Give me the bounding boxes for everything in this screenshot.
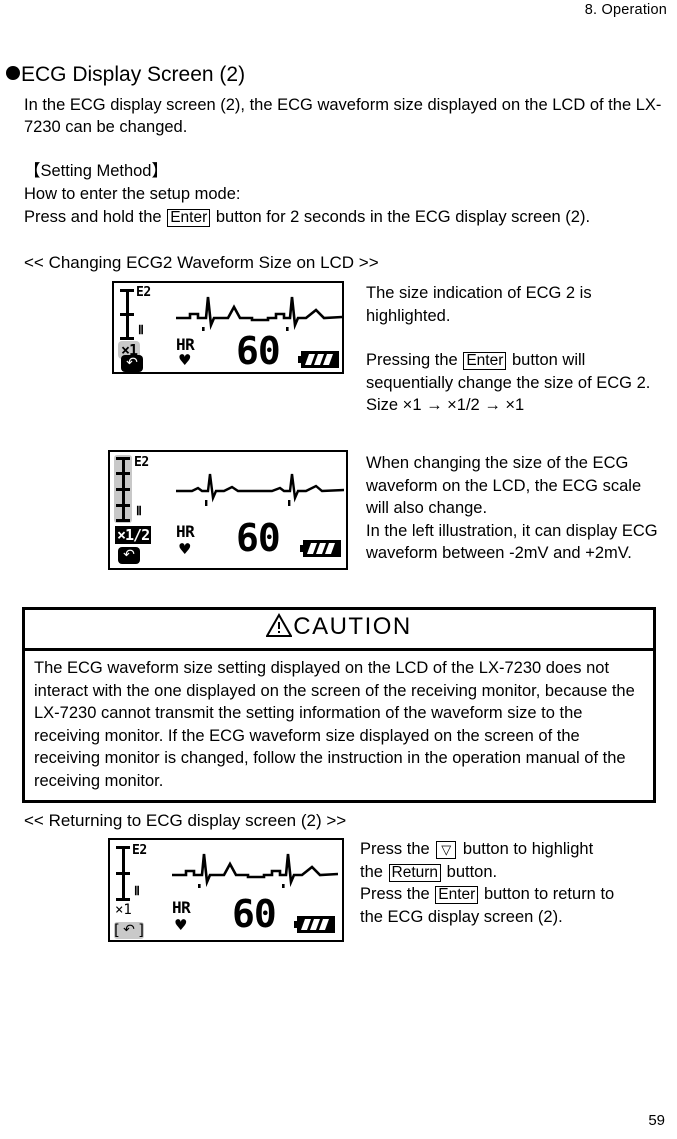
ecg-scale-ruler-1 bbox=[120, 287, 134, 341]
return-icon-2[interactable]: ↶ bbox=[117, 547, 141, 564]
return-icon-1[interactable]: ↶ bbox=[120, 355, 144, 372]
return-button-key[interactable]: Return bbox=[388, 863, 442, 882]
page-number: 59 bbox=[648, 1112, 665, 1129]
setting-line2-post: button for 2 seconds in the ECG display … bbox=[215, 208, 591, 226]
hr-value-1: 60 bbox=[236, 329, 281, 373]
lead-label-3: Ⅱ bbox=[134, 884, 140, 898]
page-title: ECG Display Screen (2) bbox=[6, 63, 245, 87]
caption-changing-size: << Changing ECG2 Waveform Size on LCD >> bbox=[24, 253, 379, 272]
hr-value-2: 60 bbox=[236, 516, 281, 560]
page-header-chapter: 8. Operation bbox=[584, 2, 667, 18]
warning-triangle-icon bbox=[265, 612, 293, 644]
side3-l2-pre: the bbox=[360, 862, 383, 881]
side2-paragraph-1: When changing the size of the ECG wavefo… bbox=[366, 454, 642, 517]
size-indicator-2[interactable]: ×1/2 bbox=[115, 526, 152, 544]
battery-icon-1 bbox=[298, 351, 340, 368]
ecg-scale-ruler-2 bbox=[114, 455, 132, 523]
side1-p2-pre: Pressing the bbox=[366, 351, 458, 369]
caution-box: CAUTION The ECG waveform size setting di… bbox=[22, 607, 656, 803]
side-text-1: The size indication of ECG 2 is highligh… bbox=[366, 282, 666, 417]
side3-line-4: the ECG display screen (2). bbox=[360, 907, 563, 926]
side-text-2: When changing the size of the ECG wavefo… bbox=[366, 452, 666, 565]
caution-body-text: The ECG waveform size setting displayed … bbox=[34, 659, 635, 790]
battery-icon-3 bbox=[294, 916, 336, 933]
section-title-text: ECG Display Screen (2) bbox=[21, 63, 246, 86]
ecg-scale-ruler-3 bbox=[116, 844, 130, 902]
hr-label-3: HR bbox=[172, 898, 191, 917]
side2-paragraph-2: In the left illustration, it can display… bbox=[366, 521, 658, 563]
channel-label-2: E2 bbox=[134, 455, 149, 470]
setting-method-block: 【Setting Method】 How to enter the setup … bbox=[24, 160, 672, 229]
lcd-illustration-2: E2 Ⅱ ×1/2 ↶ HR ♥ 60 bbox=[108, 450, 348, 570]
side3-l3-post: button to return to bbox=[483, 885, 615, 903]
setting-line2-pre: Press and hold the bbox=[24, 208, 162, 226]
side1-paragraph-3: Size ×1 → ×1/2 → ×1 bbox=[366, 396, 525, 414]
side3-l1-pre: Press the bbox=[360, 840, 430, 858]
heart-icon-1: ♥ bbox=[178, 351, 192, 369]
caution-heading: CAUTION bbox=[25, 610, 653, 651]
size-indicator-3[interactable]: ×1 bbox=[115, 902, 132, 918]
side3-l3-pre: Press the bbox=[360, 885, 430, 903]
side1-paragraph-1: The size indication of ECG 2 is highligh… bbox=[366, 284, 592, 325]
side3-line-1: Press the ▽ button to highlight bbox=[360, 838, 670, 861]
channel-label-3: E2 bbox=[132, 843, 147, 858]
side1-paragraph-2: Pressing the Enter button will sequentia… bbox=[366, 349, 666, 394]
lcd-illustration-1: E2 Ⅱ ×1 ↶ HR ♥ 60 bbox=[112, 281, 344, 374]
enter-button-key[interactable]: Enter bbox=[463, 352, 507, 370]
ecg-waveform-1 bbox=[176, 296, 342, 331]
setting-method-line-2: Press and hold the Enter button for 2 se… bbox=[24, 206, 672, 229]
hr-label-2: HR bbox=[176, 522, 195, 541]
setting-method-line-1: How to enter the setup mode: bbox=[24, 185, 241, 203]
ecg-waveform-2 bbox=[176, 473, 344, 506]
heart-icon-3: ♥ bbox=[174, 916, 188, 934]
side3-line-3: Press the Enter button to return to bbox=[360, 883, 670, 906]
caption-returning-screen: << Returning to ECG display screen (2) >… bbox=[24, 811, 347, 830]
enter-button-key[interactable]: Enter bbox=[435, 886, 479, 904]
caution-heading-text: CAUTION bbox=[293, 613, 412, 640]
side3-l1-mid: button to highlight bbox=[462, 840, 594, 858]
side3-l2-post: button. bbox=[446, 862, 498, 881]
return-icon-3[interactable]: [ ↶ ] bbox=[114, 922, 144, 939]
channel-label-1: E2 bbox=[136, 285, 151, 300]
setting-method-title: 【Setting Method】 bbox=[24, 162, 168, 180]
bullet-dot-icon bbox=[6, 66, 20, 80]
side-text-3: Press the ▽ button to highlight the Retu… bbox=[360, 838, 670, 928]
enter-button-key[interactable]: Enter bbox=[167, 209, 211, 227]
lead-label-2: Ⅱ bbox=[136, 504, 142, 518]
lead-label-1: Ⅱ bbox=[138, 323, 144, 337]
side3-line-2: the Return button. bbox=[360, 861, 670, 884]
section-intro-text: In the ECG display screen (2), the ECG w… bbox=[24, 96, 662, 136]
hr-value-3: 60 bbox=[232, 892, 277, 936]
ecg-waveform-3 bbox=[172, 853, 338, 888]
heart-icon-2: ♥ bbox=[178, 540, 192, 558]
manual-page: 8. Operation ECG Display Screen (2) In t… bbox=[0, 0, 677, 1139]
battery-icon-2 bbox=[300, 540, 342, 557]
lcd-illustration-3: E2 Ⅱ ×1 [ ↶ ] HR ♥ 60 bbox=[108, 838, 344, 942]
down-arrow-button-key[interactable]: ▽ bbox=[436, 841, 457, 859]
